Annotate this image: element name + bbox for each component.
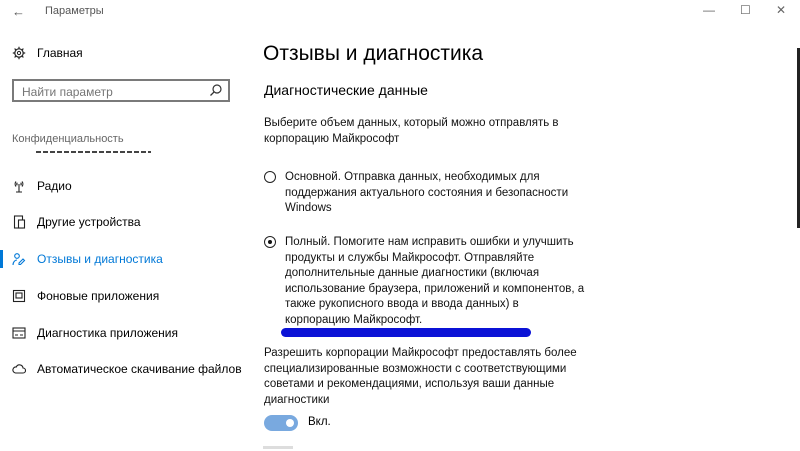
background-apps-icon [12,289,26,303]
sidebar-item-radio[interactable]: Радио [0,174,245,198]
window-title: Параметры [45,5,104,17]
sidebar-item-feedback[interactable]: Отзывы и диагностика [0,247,245,271]
clipped-next-setting [263,446,293,449]
section-label: Конфиденциальность [12,133,124,145]
back-button[interactable]: ← [12,4,25,19]
search-input[interactable] [20,82,209,102]
section-description: Выберите объем данных, который можно отп… [264,117,559,145]
tailored-experiences-text: Разрешить корпорации Майкрософт предоста… [264,347,577,406]
page-title: Отзывы и диагностика [263,42,484,65]
maximize-button[interactable]: ☐ [740,3,751,17]
sidebar-item-devices[interactable]: Другие устройства [0,210,245,234]
radio-button[interactable] [264,171,276,183]
search-icon[interactable] [209,83,223,97]
tailored-experiences-toggle[interactable] [264,415,298,431]
sidebar-item-label: Диагностика приложения [37,326,178,340]
sidebar-item-label: Автоматическое скачивание файлов [37,362,242,376]
radio-icon [14,181,24,193]
devices-icon [13,215,26,229]
minimize-button[interactable]: — [703,3,715,17]
redaction-mark [281,328,531,337]
sidebar-item-label: Другие устройства [37,215,141,229]
app-diagnostics-icon [12,327,26,339]
title-bar: ← Параметры — ☐ ✕ [0,0,800,24]
toggle-label: Вкл. [308,416,331,428]
sidebar-item-app-diagnostics[interactable]: Диагностика приложения [0,321,245,345]
section-title: Диагностические данные [264,82,428,98]
clipped-item [36,149,151,154]
gear-icon [12,46,26,60]
radio-button-selected[interactable] [264,236,276,248]
sidebar: Главная Конфиденциальность Радио Другие … [0,24,245,451]
feedback-icon [12,253,26,266]
sidebar-item-home[interactable]: Главная [12,46,83,60]
sidebar-item-auto-download[interactable]: Автоматическое скачивание файлов [0,357,245,381]
sidebar-item-background-apps[interactable]: Фоновые приложения [0,284,245,308]
search-box[interactable] [12,79,230,102]
radio-label: Полный. Помогите нам исправить ошибки и … [285,236,585,326]
sidebar-item-label: Отзывы и диагностика [37,252,163,266]
radio-option-basic[interactable]: Основной. Отправка данных, необходимых д… [264,170,585,217]
cloud-download-icon [12,364,26,374]
home-label: Главная [37,46,83,60]
close-button[interactable]: ✕ [776,3,786,17]
radio-label: Основной. Отправка данных, необходимых д… [285,171,569,214]
sidebar-item-label: Фоновые приложения [37,289,160,303]
radio-option-full[interactable]: Полный. Помогите нам исправить ошибки и … [264,235,585,328]
sidebar-item-label: Радио [37,179,72,193]
